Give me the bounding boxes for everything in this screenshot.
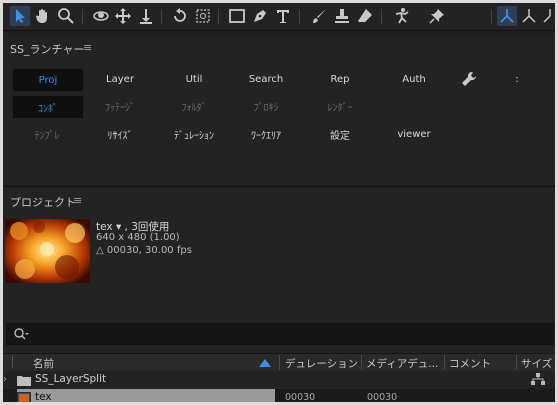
column-size[interactable]: サイズ	[521, 356, 552, 371]
panel-title: SS_ランチャー	[10, 43, 85, 56]
list-item[interactable]: › SS_LayerSplit	[3, 371, 555, 389]
viewer-button[interactable]: viewer	[383, 124, 445, 144]
app-window: SS_ランチャー ≡ Proj Layer Util Search Rep Au…	[3, 3, 555, 402]
util-button[interactable]: Util	[163, 69, 225, 89]
item-size: 640 x 480 (1.00)	[96, 232, 180, 243]
wrench-icon[interactable]	[455, 67, 483, 91]
hand-tool-icon[interactable]	[33, 6, 53, 26]
column-name[interactable]: 名前	[33, 356, 54, 371]
anchor-point-tool-icon[interactable]	[193, 6, 213, 26]
settings-button[interactable]: 設定	[309, 124, 371, 144]
search-button[interactable]: Search	[235, 69, 297, 89]
footage-thumbnail	[5, 219, 90, 283]
world-axis-mode-icon[interactable]	[519, 6, 539, 26]
folder-button[interactable]: ﾌｫﾙﾀﾞ	[163, 96, 225, 116]
eraser-tool-icon[interactable]	[355, 6, 375, 26]
rectangle-tool-icon[interactable]	[227, 6, 247, 26]
dolly-camera-tool-icon[interactable]	[136, 6, 156, 26]
zoom-tool-icon[interactable]	[56, 6, 76, 26]
pin-tool-icon[interactable]	[427, 6, 447, 26]
clone-stamp-tool-icon[interactable]	[332, 6, 352, 26]
pen-tool-icon[interactable]	[250, 6, 270, 26]
column-headers: 名前 デュレーション メディアデュ... コメント サイズ	[3, 353, 555, 372]
column-comment[interactable]: コメント	[449, 356, 491, 371]
label-color-icon	[12, 356, 13, 368]
item-name: SS_LayerSplit	[35, 373, 107, 385]
duration-button[interactable]: ﾃﾞｭﾚｰｼｮﾝ	[159, 124, 229, 144]
project-panel: プロジェクト ≡ tex ▾ , 3回使用 640 x 480 (1.00) △…	[3, 186, 555, 402]
more-options-icon[interactable]: :	[511, 69, 523, 89]
item-duration: △ 00030, 30.00 fps	[96, 245, 192, 256]
view-axis-mode-icon[interactable]	[540, 6, 555, 26]
footage-button[interactable]: ﾌｯﾃｰｼﾞ	[89, 96, 151, 116]
item-duration: 00030	[285, 392, 316, 402]
sort-ascending-icon[interactable]	[259, 358, 271, 370]
auth-button[interactable]: Auth	[383, 69, 445, 89]
item-media-duration: 00030	[367, 392, 398, 402]
flowchart-icon[interactable]	[531, 373, 545, 389]
proj-button[interactable]: Proj	[13, 69, 83, 91]
proxy-button[interactable]: ﾌﾟﾛｷｼ	[235, 96, 297, 116]
folder-icon	[17, 375, 31, 389]
comp-button[interactable]: ｺﾝﾎﾟ	[13, 96, 83, 118]
resize-button[interactable]: ﾘｻｲｽﾞ	[89, 124, 151, 144]
footage-icon	[16, 391, 32, 402]
orbit-camera-tool-icon[interactable]	[91, 6, 111, 26]
type-tool-icon[interactable]	[273, 6, 293, 26]
item-name: tex	[35, 391, 52, 402]
tools-toolbar	[3, 3, 555, 31]
layer-button[interactable]: Layer	[89, 69, 151, 89]
brush-tool-icon[interactable]	[309, 6, 329, 26]
pan-camera-tool-icon[interactable]	[113, 6, 133, 26]
panel-menu-icon[interactable]: ≡	[73, 194, 82, 207]
panel-title: プロジェクト	[10, 196, 76, 209]
selected-row-highlight	[17, 389, 275, 402]
template-button[interactable]: ﾃﾝﾌﾟﾚ	[13, 124, 81, 144]
rep-button[interactable]: Rep	[309, 69, 371, 89]
column-duration[interactable]: デュレーション	[285, 356, 358, 371]
render-button[interactable]: ﾚﾝﾀﾞｰ	[309, 96, 371, 116]
selection-tool-icon[interactable]	[10, 6, 30, 26]
rotation-tool-icon[interactable]	[170, 6, 190, 26]
list-item[interactable]: tex 00030 00030	[3, 389, 555, 402]
chevron-right-icon[interactable]: ›	[3, 374, 7, 385]
column-media-duration[interactable]: メディアデュ...	[366, 356, 438, 371]
local-axis-mode-icon[interactable]	[497, 6, 517, 26]
launcher-panel: SS_ランチャー ≡ Proj Layer Util Search Rep Au…	[3, 33, 555, 185]
search-icon	[13, 326, 29, 345]
puppet-tool-icon[interactable]	[391, 6, 411, 26]
search-input[interactable]	[6, 323, 554, 345]
workarea-button[interactable]: ﾜｰｸｴﾘｱ	[235, 124, 297, 144]
panel-menu-icon[interactable]: ≡	[83, 41, 92, 54]
